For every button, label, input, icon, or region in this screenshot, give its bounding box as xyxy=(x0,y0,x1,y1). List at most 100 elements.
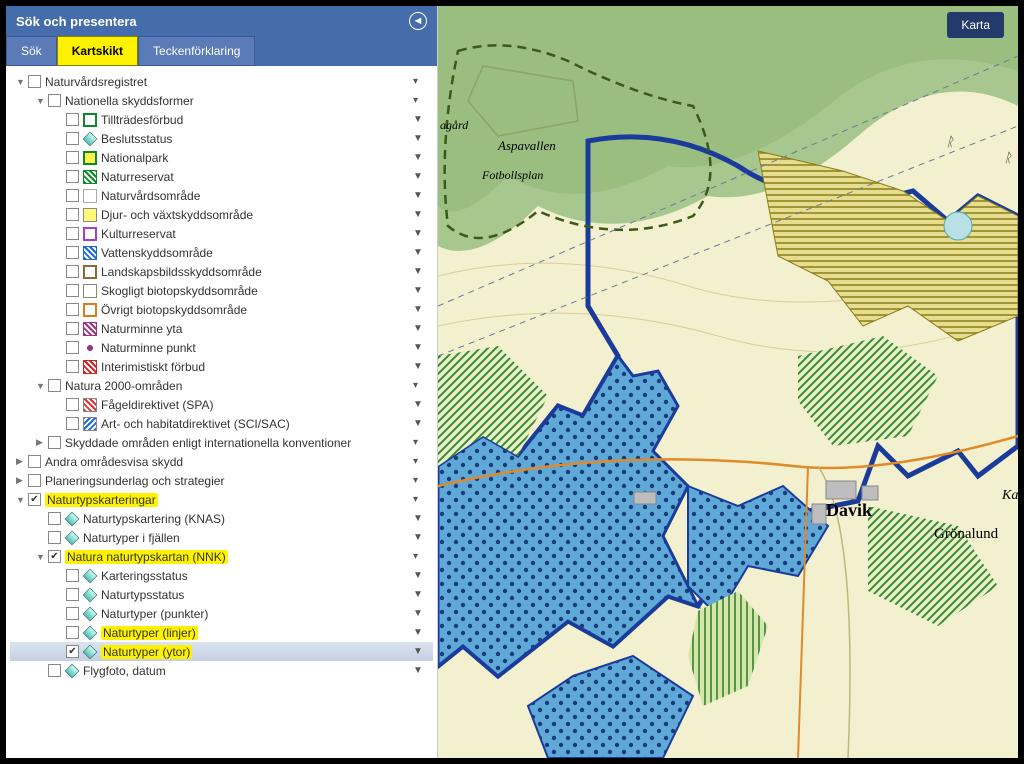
map-view[interactable]: ᚱ ᚱ Karta Aspavallen Fotbollsplan agård … xyxy=(438,6,1018,758)
layer-checkbox[interactable] xyxy=(48,531,61,544)
layer-checkbox[interactable] xyxy=(66,132,79,145)
layer-checkbox[interactable] xyxy=(66,322,79,335)
caret-down-icon[interactable]: ▼ xyxy=(36,381,48,391)
layer-row[interactable]: ▼Naturtypskarteringar▾ xyxy=(10,490,433,509)
layer-options-icon[interactable]: ▼ xyxy=(413,665,427,676)
layer-row[interactable]: ▶Skyddade områden enligt internationella… xyxy=(10,433,433,452)
layer-options-icon[interactable]: ▼ xyxy=(413,133,427,144)
layer-row[interactable]: Interimistiskt förbud▼ xyxy=(10,357,433,376)
layer-checkbox[interactable] xyxy=(66,189,79,202)
layer-checkbox[interactable] xyxy=(48,512,61,525)
layer-options-icon[interactable]: ▼ xyxy=(413,399,427,410)
layer-row[interactable]: Djur- och växtskyddsområde▼ xyxy=(10,205,433,224)
layer-row[interactable]: Kulturreservat▼ xyxy=(10,224,433,243)
layer-row[interactable]: Naturreservat▼ xyxy=(10,167,433,186)
tab-search[interactable]: Sök xyxy=(6,36,57,66)
layer-options-icon[interactable]: ▾ xyxy=(413,456,427,467)
tab-layers[interactable]: Kartskikt xyxy=(57,36,138,66)
tab-legend[interactable]: Teckenförklaring xyxy=(138,36,255,66)
layer-row[interactable]: Vattenskyddsområde▼ xyxy=(10,243,433,262)
layer-options-icon[interactable]: ▾ xyxy=(413,76,427,87)
layer-options-icon[interactable]: ▾ xyxy=(413,551,427,562)
caret-right-icon[interactable]: ▶ xyxy=(36,437,48,448)
layer-options-icon[interactable]: ▼ xyxy=(413,361,427,372)
layer-checkbox[interactable] xyxy=(66,341,79,354)
layer-row[interactable]: Naturvårdsområde▼ xyxy=(10,186,433,205)
layer-options-icon[interactable]: ▼ xyxy=(413,190,427,201)
layer-checkbox[interactable] xyxy=(28,493,41,506)
layer-options-icon[interactable]: ▾ xyxy=(413,380,427,391)
layer-row[interactable]: Övrigt biotopskyddsområde▼ xyxy=(10,300,433,319)
layer-checkbox[interactable] xyxy=(66,265,79,278)
layer-options-icon[interactable]: ▼ xyxy=(413,171,427,182)
layer-options-icon[interactable]: ▼ xyxy=(413,266,427,277)
layer-row[interactable]: Naturminne yta▼ xyxy=(10,319,433,338)
layer-row[interactable]: ▼Natura 2000-områden▾ xyxy=(10,376,433,395)
layer-options-icon[interactable]: ▾ xyxy=(413,95,427,106)
layer-row[interactable]: ▶Andra områdesvisa skydd▾ xyxy=(10,452,433,471)
layer-row[interactable]: Naturtyper i fjällen▼ xyxy=(10,528,433,547)
layer-checkbox[interactable] xyxy=(66,113,79,126)
layer-options-icon[interactable]: ▼ xyxy=(413,418,427,429)
layer-checkbox[interactable] xyxy=(66,284,79,297)
layer-row[interactable]: Naturtyper (linjer)▼ xyxy=(10,623,433,642)
layer-options-icon[interactable]: ▾ xyxy=(413,475,427,486)
layer-row[interactable]: Nationalpark▼ xyxy=(10,148,433,167)
layer-tree[interactable]: ▼Naturvårdsregistret▾▼Nationella skyddsf… xyxy=(6,66,437,758)
layer-row[interactable]: Naturtyper (ytor)▼ xyxy=(10,642,433,661)
layer-options-icon[interactable]: ▼ xyxy=(413,285,427,296)
layer-row[interactable]: Karteringsstatus▼ xyxy=(10,566,433,585)
layer-options-icon[interactable]: ▼ xyxy=(413,304,427,315)
layer-row[interactable]: Naturminne punkt▼ xyxy=(10,338,433,357)
layer-options-icon[interactable]: ▾ xyxy=(413,437,427,448)
layer-row[interactable]: Art- och habitatdirektivet (SCI/SAC)▼ xyxy=(10,414,433,433)
layer-options-icon[interactable]: ▼ xyxy=(413,228,427,239)
layer-checkbox[interactable] xyxy=(66,246,79,259)
layer-checkbox[interactable] xyxy=(66,607,79,620)
map-type-button[interactable]: Karta xyxy=(947,12,1004,38)
layer-checkbox[interactable] xyxy=(66,626,79,639)
layer-checkbox[interactable] xyxy=(28,455,41,468)
layer-row[interactable]: ▼Natura naturtypskartan (NNK)▾ xyxy=(10,547,433,566)
caret-right-icon[interactable]: ▶ xyxy=(16,456,28,467)
layer-row[interactable]: Beslutsstatus▼ xyxy=(10,129,433,148)
layer-row[interactable]: ▼Naturvårdsregistret▾ xyxy=(10,72,433,91)
layer-checkbox[interactable] xyxy=(66,588,79,601)
layer-checkbox[interactable] xyxy=(48,664,61,677)
layer-checkbox[interactable] xyxy=(66,569,79,582)
layer-options-icon[interactable]: ▼ xyxy=(413,209,427,220)
layer-options-icon[interactable]: ▼ xyxy=(413,608,427,619)
layer-row[interactable]: Tillträdesförbud▼ xyxy=(10,110,433,129)
layer-row[interactable]: Skogligt biotopskyddsområde▼ xyxy=(10,281,433,300)
layer-checkbox[interactable] xyxy=(66,645,79,658)
layer-row[interactable]: Naturtypskartering (KNAS)▼ xyxy=(10,509,433,528)
layer-row[interactable]: Fågeldirektivet (SPA)▼ xyxy=(10,395,433,414)
layer-checkbox[interactable] xyxy=(66,360,79,373)
layer-options-icon[interactable]: ▼ xyxy=(413,114,427,125)
layer-options-icon[interactable]: ▼ xyxy=(413,627,427,638)
layer-checkbox[interactable] xyxy=(66,417,79,430)
layer-checkbox[interactable] xyxy=(66,170,79,183)
layer-options-icon[interactable]: ▼ xyxy=(413,513,427,524)
layer-row[interactable]: Naturtypsstatus▼ xyxy=(10,585,433,604)
caret-down-icon[interactable]: ▼ xyxy=(16,77,28,87)
layer-options-icon[interactable]: ▼ xyxy=(413,247,427,258)
caret-down-icon[interactable]: ▼ xyxy=(16,495,28,505)
layer-options-icon[interactable]: ▼ xyxy=(413,532,427,543)
layer-checkbox[interactable] xyxy=(66,151,79,164)
layer-options-icon[interactable]: ▾ xyxy=(413,494,427,505)
layer-options-icon[interactable]: ▼ xyxy=(413,323,427,334)
caret-right-icon[interactable]: ▶ xyxy=(16,475,28,486)
layer-checkbox[interactable] xyxy=(66,303,79,316)
layer-checkbox[interactable] xyxy=(28,75,41,88)
layer-options-icon[interactable]: ▼ xyxy=(413,342,427,353)
collapse-panel-button[interactable]: ◄ xyxy=(409,12,427,30)
layer-row[interactable]: Naturtyper (punkter)▼ xyxy=(10,604,433,623)
layer-row[interactable]: Flygfoto, datum▼ xyxy=(10,661,433,680)
layer-options-icon[interactable]: ▼ xyxy=(413,589,427,600)
layer-options-icon[interactable]: ▼ xyxy=(413,570,427,581)
layer-checkbox[interactable] xyxy=(48,436,61,449)
layer-options-icon[interactable]: ▼ xyxy=(413,646,427,657)
layer-checkbox[interactable] xyxy=(48,379,61,392)
layer-checkbox[interactable] xyxy=(66,208,79,221)
